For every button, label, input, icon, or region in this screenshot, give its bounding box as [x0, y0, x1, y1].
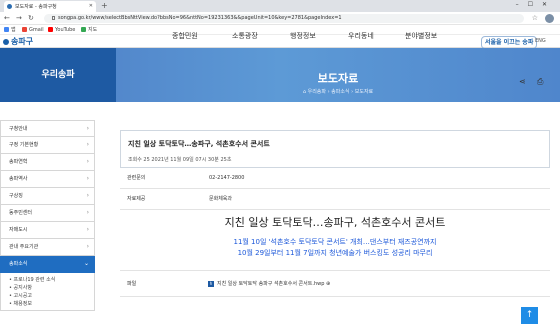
bookmark-youtube[interactable]: YouTube: [48, 25, 75, 35]
sidebar-submenu: • 프로나19 관련 소식 • 공지사항 • 고시공고 • 채용정보: [0, 273, 95, 311]
page-title: 보도자료: [317, 72, 359, 85]
profile-avatar[interactable]: [545, 14, 554, 23]
bookmarks-bar: 앱 Gmail YouTube 지도: [0, 25, 560, 35]
browser-tab-strip: 보도자료 - 송파구청 ✕ + –☐✕: [0, 0, 560, 12]
scroll-top-button[interactable]: ↑: [521, 307, 538, 324]
sidebar-item-sister-city[interactable]: 자매도시 ›: [0, 222, 95, 239]
favicon-icon: [7, 4, 12, 9]
field-label: 관련문의: [127, 175, 146, 181]
article-header: 지친 일상 토닥토닥…송파구, 석촌호수서 콘서트 조회수 25 2021년 1…: [120, 130, 550, 168]
attachment-file-link[interactable]: h 지친 일상 토닥토닥 송파구 석촌호수서 콘서트.hwp ⊕: [208, 271, 330, 297]
forward-icon[interactable]: →: [16, 14, 22, 23]
gnb-item-5[interactable]: 분야별정보: [405, 32, 437, 40]
body-subtitle-1: 11월 10일 '석촌호수 토닥토닥 콘서트' 개최…댄스부터 재즈공연까지: [233, 238, 437, 246]
sidebar-item-history[interactable]: 송파연혁 ›: [0, 154, 95, 171]
sidebar-item-institutions[interactable]: 관내 주요기관 ›: [0, 239, 95, 256]
address-bar-row: ← → ↻ songpa.go.kr/www/selectBbsNttView.…: [0, 12, 560, 25]
tab-title: 보도자료 - 송파구청: [15, 4, 57, 10]
bookmark-apps[interactable]: 앱: [4, 25, 16, 35]
gnb-item-1[interactable]: 종합민원: [172, 32, 198, 40]
reload-icon[interactable]: ↻: [28, 14, 34, 23]
share-icon[interactable]: ⋖: [519, 77, 526, 86]
arrow-up-icon: ↑: [525, 310, 534, 320]
chevron-right-icon: ›: [86, 192, 89, 199]
lock-icon: [52, 16, 55, 20]
sidebar-item-status[interactable]: 구정 기본현황 ›: [0, 137, 95, 154]
chevron-right-icon: ›: [86, 243, 89, 250]
browser-tab[interactable]: 보도자료 - 송파구청 ✕: [4, 1, 96, 12]
attachment-row: 파일 h 지친 일상 토닥토닥 송파구 석촌호수서 콘서트.hwp ⊕: [120, 271, 550, 297]
submenu-item-covid[interactable]: • 프로나19 관련 소식: [9, 276, 94, 284]
new-tab-icon[interactable]: +: [101, 1, 108, 11]
chevron-right-icon: ›: [86, 158, 89, 165]
hwp-file-icon: h: [208, 281, 214, 287]
attachment-label: 파일: [127, 281, 137, 287]
chevron-right-icon: ›: [86, 209, 89, 216]
sidebar-item-community-center[interactable]: 동주민센터 ›: [0, 205, 95, 222]
sidebar-title: 우리송파: [41, 70, 75, 80]
language-button[interactable]: ENG: [535, 37, 546, 46]
submenu-item-announcement[interactable]: • 고시공고: [9, 292, 94, 300]
article-meta: 조회수 25 2021년 11월 09일 07시 30분 25초: [128, 157, 232, 163]
field-row-provider: 자료제공 문화체육과: [120, 189, 550, 210]
chevron-down-icon: ⌄: [83, 260, 89, 267]
breadcrumb[interactable]: ⌂ 우리송파 › 송파소식 › 보도자료: [116, 88, 560, 95]
sidebar-item-office[interactable]: 구청안내 ›: [0, 120, 95, 137]
gnb-item-3[interactable]: 행정정보: [290, 32, 316, 40]
bookmark-gmail[interactable]: Gmail: [22, 25, 44, 35]
bookmark-star-icon[interactable]: ☆: [532, 14, 538, 22]
logo-icon: [3, 39, 9, 45]
back-icon[interactable]: ←: [4, 14, 10, 23]
article-title: 지친 일상 토닥토닥…송파구, 석촌호수서 콘서트: [128, 140, 270, 148]
field-value: 02-2147-2800: [209, 175, 245, 181]
sidebar-item-past[interactable]: 송파역사 ›: [0, 171, 95, 188]
chevron-right-icon: ›: [86, 125, 89, 132]
gnb-item-2[interactable]: 소통광장: [232, 32, 258, 40]
submenu-item-recruit[interactable]: • 채용정보: [9, 300, 94, 308]
url-text: songpa.go.kr/www/selectBbsNttView.do?bbs…: [58, 15, 342, 21]
print-icon[interactable]: ⎙: [537, 77, 543, 87]
sidebar-item-news[interactable]: 송파소식 ⌄: [0, 256, 95, 273]
chevron-right-icon: ›: [86, 141, 89, 148]
sidebar-menu: 구청안내 › 구정 기본현황 › 송파연혁 › 송파역사 › 구상징 › 동주민센터 › 자…: [0, 120, 95, 311]
bookmark-maps[interactable]: 지도: [81, 25, 97, 35]
body-subtitle-2: 10월 29일부터 11월 7일까지 청년예술가 버스킹도 성공리 마무리: [237, 249, 433, 257]
body-title: 지친 일상 토닥토닥…송파구, 석촌호수서 콘서트: [224, 216, 446, 229]
gnb-item-4[interactable]: 우리동네: [348, 32, 374, 40]
field-value: 문화체육과: [209, 196, 233, 202]
sidebar-item-symbol[interactable]: 구상징 ›: [0, 188, 95, 205]
url-input[interactable]: songpa.go.kr/www/selectBbsNttView.do?bbs…: [44, 14, 524, 23]
site-header: 송파구 종합민원 소통광장 행정정보 우리동네 분야별정보 서울을 이끄는 송파…: [0, 32, 560, 49]
field-row-contact: 관련문의 02-2147-2800: [120, 168, 550, 189]
site-logo[interactable]: 송파구: [3, 36, 33, 47]
chevron-right-icon: ›: [86, 226, 89, 233]
close-tab-icon[interactable]: ✕: [89, 3, 93, 9]
window-controls[interactable]: –☐✕: [516, 1, 556, 8]
article-body: 지친 일상 토닥토닥…송파구, 석촌호수서 콘서트 11월 10일 '석촌호수 …: [120, 210, 550, 271]
chevron-right-icon: ›: [86, 175, 89, 182]
submenu-item-notice[interactable]: • 공지사항: [9, 284, 94, 292]
article-content: 지친 일상 토닥토닥…송파구, 석촌호수서 콘서트 조회수 25 2021년 1…: [120, 130, 550, 297]
preview-icon[interactable]: ⊕: [326, 281, 330, 287]
field-label: 자료제공: [127, 196, 146, 202]
